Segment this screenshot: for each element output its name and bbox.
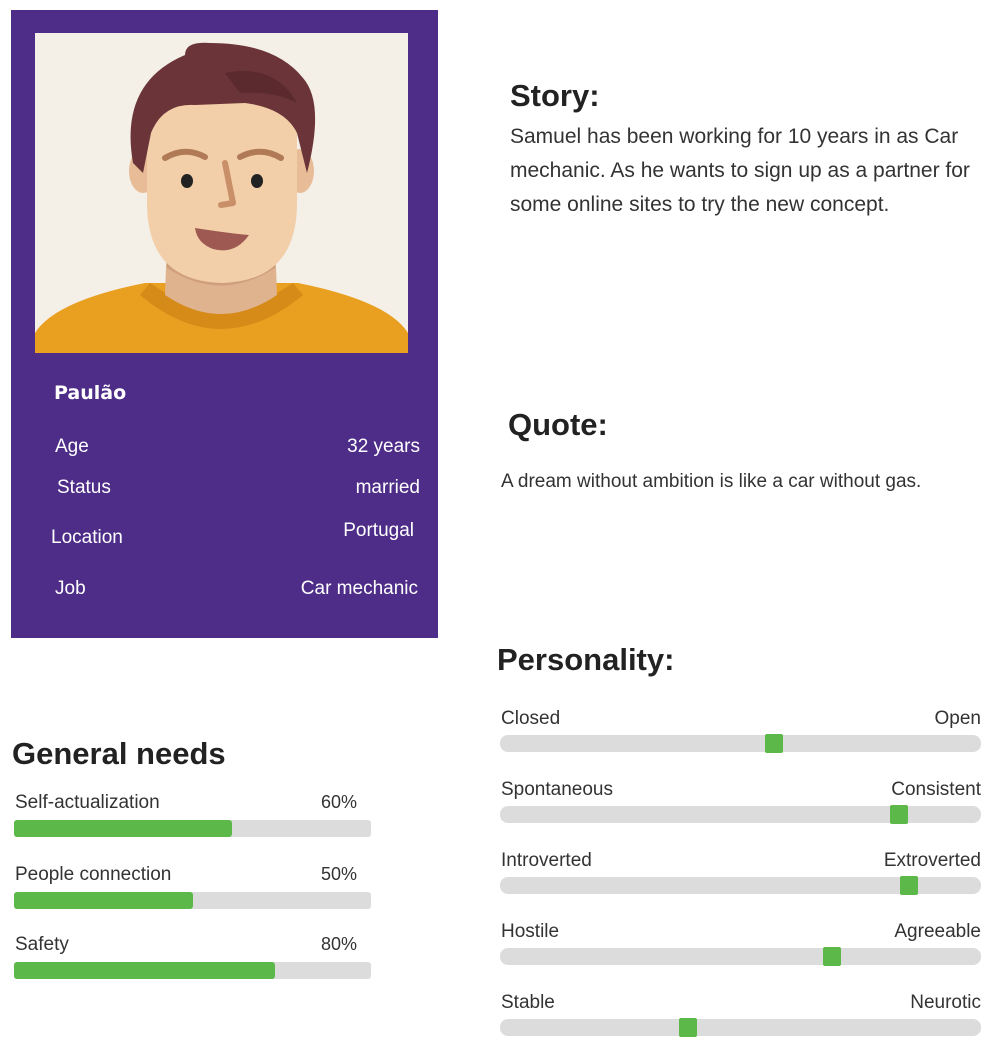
need-safety: Safety 80% (14, 934, 371, 986)
quote-heading: Quote: (508, 407, 608, 442)
trait-left-label: Spontaneous (501, 779, 613, 800)
trait-slider-thumb[interactable] (678, 1018, 697, 1037)
detail-label: Status (57, 477, 111, 498)
story-text: Samuel has been working for 10 years in … (510, 125, 970, 216)
detail-value: Car mechanic (300, 578, 418, 599)
detail-row-age: Age 32 years (11, 436, 438, 464)
trait-slider-track (500, 1018, 981, 1037)
trait-right-label: Neurotic (910, 992, 981, 1013)
trait-right-label: Consistent (891, 779, 981, 800)
need-progress-fill (14, 962, 275, 979)
general-needs-heading: General needs (12, 736, 226, 771)
detail-row-status: Status married (11, 477, 438, 505)
need-percent: 60% (320, 792, 357, 812)
persona-name: Paulão (54, 382, 127, 404)
need-self-actualization: Self-actualization 60% (14, 792, 371, 844)
need-percent: 50% (320, 864, 357, 884)
trait-left-label: Hostile (501, 921, 560, 942)
need-progress-track (14, 962, 371, 979)
need-label: People connection (15, 864, 172, 885)
story-heading: Story: (510, 78, 600, 113)
trait-left-label: Introverted (501, 850, 592, 871)
need-progress-track (14, 820, 371, 837)
trait-spontaneous-consistent: Spontaneous Consistent (500, 779, 981, 829)
trait-left-label: Stable (501, 992, 555, 1013)
trait-slider-thumb[interactable] (822, 947, 841, 966)
trait-closed-open: Closed Open (500, 708, 981, 758)
need-label: Safety (15, 934, 69, 955)
trait-right-label: Extroverted (883, 850, 981, 871)
quote-text: A dream without ambition is like a car w… (501, 471, 922, 492)
need-progress-fill (14, 820, 232, 837)
trait-hostile-agreeable: Hostile Agreeable (500, 921, 981, 971)
trait-right-label: Agreeable (894, 921, 981, 942)
need-progress-track (14, 892, 371, 909)
detail-value: 32 years (347, 436, 420, 457)
detail-label: Location (51, 527, 123, 548)
persona-card: Paulão Age 32 years Status married Locat… (11, 10, 438, 638)
need-label: Self-actualization (15, 792, 160, 813)
detail-row-location: Location Portugal (11, 520, 438, 555)
trait-slider-thumb[interactable] (890, 805, 909, 824)
trait-introverted-extroverted: Introverted Extroverted (500, 850, 981, 900)
person-avatar-icon (35, 42, 408, 353)
detail-label: Job (55, 578, 86, 599)
trait-slider-track (500, 734, 981, 753)
trait-slider-track (500, 805, 981, 824)
persona-photo (35, 33, 408, 353)
need-people-connection: People connection 50% (14, 864, 371, 916)
personality-heading: Personality: (497, 642, 675, 677)
trait-slider-track (500, 876, 981, 895)
detail-value: Portugal (343, 520, 414, 541)
detail-value: married (355, 477, 420, 498)
trait-left-label: Closed (501, 708, 561, 729)
need-progress-fill (14, 892, 193, 909)
trait-slider-thumb[interactable] (899, 876, 918, 895)
trait-stable-neurotic: Stable Neurotic (500, 992, 981, 1042)
trait-slider-thumb[interactable] (765, 734, 784, 753)
need-percent: 80% (320, 934, 357, 954)
trait-slider-track (500, 947, 981, 966)
trait-right-label: Open (934, 708, 981, 729)
detail-row-job: Job Car mechanic (11, 578, 438, 606)
detail-label: Age (55, 436, 89, 457)
